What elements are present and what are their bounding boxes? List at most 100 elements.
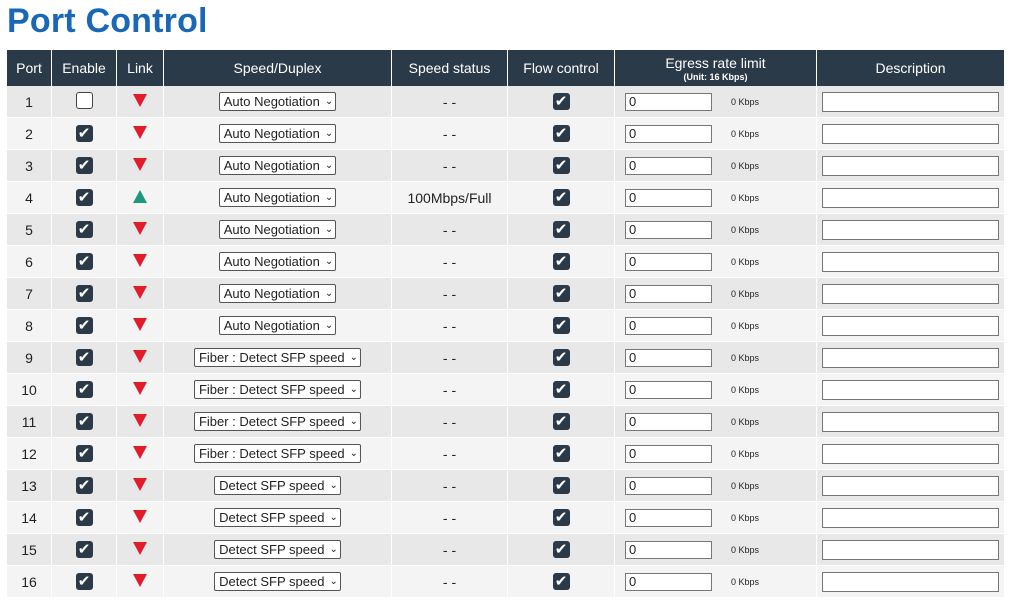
flow-control-checkbox-checked-icon[interactable]: ✔ <box>552 93 570 110</box>
enable-checkbox-checked-icon[interactable]: ✔ <box>75 349 93 366</box>
speed-duplex-select[interactable]: Detect SFP speed ⌄ <box>214 508 341 527</box>
port-number: 15 <box>7 534 51 566</box>
enable-checkbox-checked-icon[interactable]: ✔ <box>75 445 93 462</box>
egress-rate-input[interactable]: 0 <box>625 412 712 431</box>
speed-duplex-select[interactable]: Detect SFP speed ⌄ <box>214 476 341 495</box>
flow-control-checkbox-checked-icon[interactable]: ✔ <box>552 477 570 494</box>
speed-status: 100Mbps/Full <box>392 182 507 214</box>
flow-control-checkbox-checked-icon[interactable]: ✔ <box>552 445 570 462</box>
link-cell <box>117 502 163 534</box>
enable-checkbox-checked-icon[interactable]: ✔ <box>75 253 93 270</box>
egress-rate-input[interactable]: 0 <box>625 92 712 111</box>
description-input[interactable] <box>822 219 999 240</box>
egress-cell: 0 0 Kbps <box>615 278 816 310</box>
speed-duplex-select[interactable]: Auto Negotiation ⌄ <box>218 188 337 207</box>
table-row: 16 ✔ Detect SFP speed ⌄ - - ✔ 0 0 Kbps <box>7 566 1004 598</box>
description-input[interactable] <box>822 283 999 304</box>
enable-checkbox-checked-icon[interactable]: ✔ <box>75 125 93 142</box>
egress-rate-input[interactable]: 0 <box>625 380 712 399</box>
flow-control-checkbox-checked-icon[interactable]: ✔ <box>552 189 570 206</box>
page-title: Port Control <box>7 2 208 40</box>
flow-control-checkbox-checked-icon[interactable]: ✔ <box>552 221 570 238</box>
link-cell <box>117 278 163 310</box>
description-input[interactable] <box>822 411 999 432</box>
description-input[interactable] <box>822 347 999 368</box>
egress-rate-input[interactable]: 0 <box>625 508 712 527</box>
flow-control-checkbox-checked-icon[interactable]: ✔ <box>552 509 570 526</box>
flow-control-cell: ✔ <box>508 566 614 598</box>
enable-checkbox-checked-icon[interactable]: ✔ <box>75 477 93 494</box>
egress-rate-input[interactable]: 0 <box>625 252 712 271</box>
enable-checkbox-checked-icon[interactable]: ✔ <box>75 157 93 174</box>
header-speed-duplex: Speed/Duplex <box>164 50 391 86</box>
enable-checkbox-checked-icon[interactable]: ✔ <box>75 413 93 430</box>
egress-rate-input[interactable]: 0 <box>625 540 712 559</box>
flow-control-checkbox-checked-icon[interactable]: ✔ <box>552 541 570 558</box>
table-row: 11 ✔ Fiber : Detect SFP speed ⌄ - - ✔ 0 … <box>7 406 1004 438</box>
speed-duplex-select[interactable]: Fiber : Detect SFP speed ⌄ <box>193 412 362 431</box>
flow-control-checkbox-checked-icon[interactable]: ✔ <box>552 349 570 366</box>
egress-rate-input[interactable]: 0 <box>625 124 712 143</box>
port-number: 5 <box>7 214 51 246</box>
speed-duplex-cell: Fiber : Detect SFP speed ⌄ <box>164 374 391 406</box>
egress-rate-input[interactable]: 0 <box>625 284 712 303</box>
enable-checkbox-checked-icon[interactable]: ✔ <box>75 573 93 590</box>
speed-duplex-select[interactable]: Auto Negotiation ⌄ <box>218 124 337 143</box>
enable-checkbox-checked-icon[interactable]: ✔ <box>75 381 93 398</box>
egress-rate-input[interactable]: 0 <box>625 444 712 463</box>
egress-rate-input[interactable]: 0 <box>625 188 712 207</box>
description-cell <box>817 566 1004 598</box>
enable-checkbox-checked-icon[interactable]: ✔ <box>75 285 93 302</box>
flow-control-checkbox-checked-icon[interactable]: ✔ <box>552 253 570 270</box>
egress-rate-input[interactable]: 0 <box>625 316 712 335</box>
speed-duplex-cell: Auto Negotiation ⌄ <box>164 150 391 182</box>
enable-checkbox-checked-icon[interactable]: ✔ <box>75 221 93 238</box>
enable-checkbox-checked-icon[interactable]: ✔ <box>75 509 93 526</box>
enable-checkbox-unchecked-icon[interactable] <box>75 91 93 109</box>
speed-duplex-value: Fiber : Detect SFP speed <box>198 382 345 397</box>
flow-control-checkbox-checked-icon[interactable]: ✔ <box>552 125 570 142</box>
description-input[interactable] <box>822 155 999 176</box>
enable-checkbox-checked-icon[interactable]: ✔ <box>75 541 93 558</box>
flow-control-cell: ✔ <box>508 406 614 438</box>
speed-duplex-select[interactable]: Auto Negotiation ⌄ <box>218 284 337 303</box>
description-input[interactable] <box>822 123 999 144</box>
speed-duplex-select[interactable]: Auto Negotiation ⌄ <box>218 92 337 111</box>
egress-rate-input[interactable]: 0 <box>625 348 712 367</box>
speed-duplex-select[interactable]: Fiber : Detect SFP speed ⌄ <box>193 444 362 463</box>
speed-duplex-select[interactable]: Detect SFP speed ⌄ <box>214 572 341 591</box>
speed-duplex-select[interactable]: Auto Negotiation ⌄ <box>218 156 337 175</box>
description-input[interactable] <box>822 507 999 528</box>
egress-rate-kbps: 0 Kbps <box>731 352 760 363</box>
description-input[interactable] <box>822 315 999 336</box>
speed-duplex-select[interactable]: Fiber : Detect SFP speed ⌄ <box>193 380 362 399</box>
egress-rate-input[interactable]: 0 <box>625 572 712 591</box>
flow-control-checkbox-checked-icon[interactable]: ✔ <box>552 317 570 334</box>
speed-duplex-select[interactable]: Detect SFP speed ⌄ <box>214 540 341 559</box>
table-row: 10 ✔ Fiber : Detect SFP speed ⌄ - - ✔ 0 … <box>7 374 1004 406</box>
flow-control-checkbox-checked-icon[interactable]: ✔ <box>552 413 570 430</box>
description-input[interactable] <box>822 571 999 592</box>
speed-duplex-select[interactable]: Auto Negotiation ⌄ <box>218 220 337 239</box>
link-down-triangle-icon <box>133 125 147 139</box>
speed-duplex-select[interactable]: Auto Negotiation ⌄ <box>218 252 337 271</box>
speed-duplex-cell: Detect SFP speed ⌄ <box>164 502 391 534</box>
description-input[interactable] <box>822 379 999 400</box>
description-input[interactable] <box>822 91 999 112</box>
flow-control-checkbox-checked-icon[interactable]: ✔ <box>552 573 570 590</box>
egress-rate-input[interactable]: 0 <box>625 156 712 175</box>
speed-duplex-select[interactable]: Fiber : Detect SFP speed ⌄ <box>193 348 362 367</box>
flow-control-checkbox-checked-icon[interactable]: ✔ <box>552 285 570 302</box>
egress-rate-input[interactable]: 0 <box>625 220 712 239</box>
flow-control-checkbox-checked-icon[interactable]: ✔ <box>552 157 570 174</box>
description-input[interactable] <box>822 475 999 496</box>
description-input[interactable] <box>822 187 999 208</box>
flow-control-checkbox-checked-icon[interactable]: ✔ <box>552 381 570 398</box>
description-input[interactable] <box>822 539 999 560</box>
enable-checkbox-checked-icon[interactable]: ✔ <box>75 317 93 334</box>
egress-rate-input[interactable]: 0 <box>625 476 712 495</box>
speed-duplex-select[interactable]: Auto Negotiation ⌄ <box>218 316 337 335</box>
enable-checkbox-checked-icon[interactable]: ✔ <box>75 189 93 206</box>
description-input[interactable] <box>822 443 999 464</box>
description-input[interactable] <box>822 251 999 272</box>
